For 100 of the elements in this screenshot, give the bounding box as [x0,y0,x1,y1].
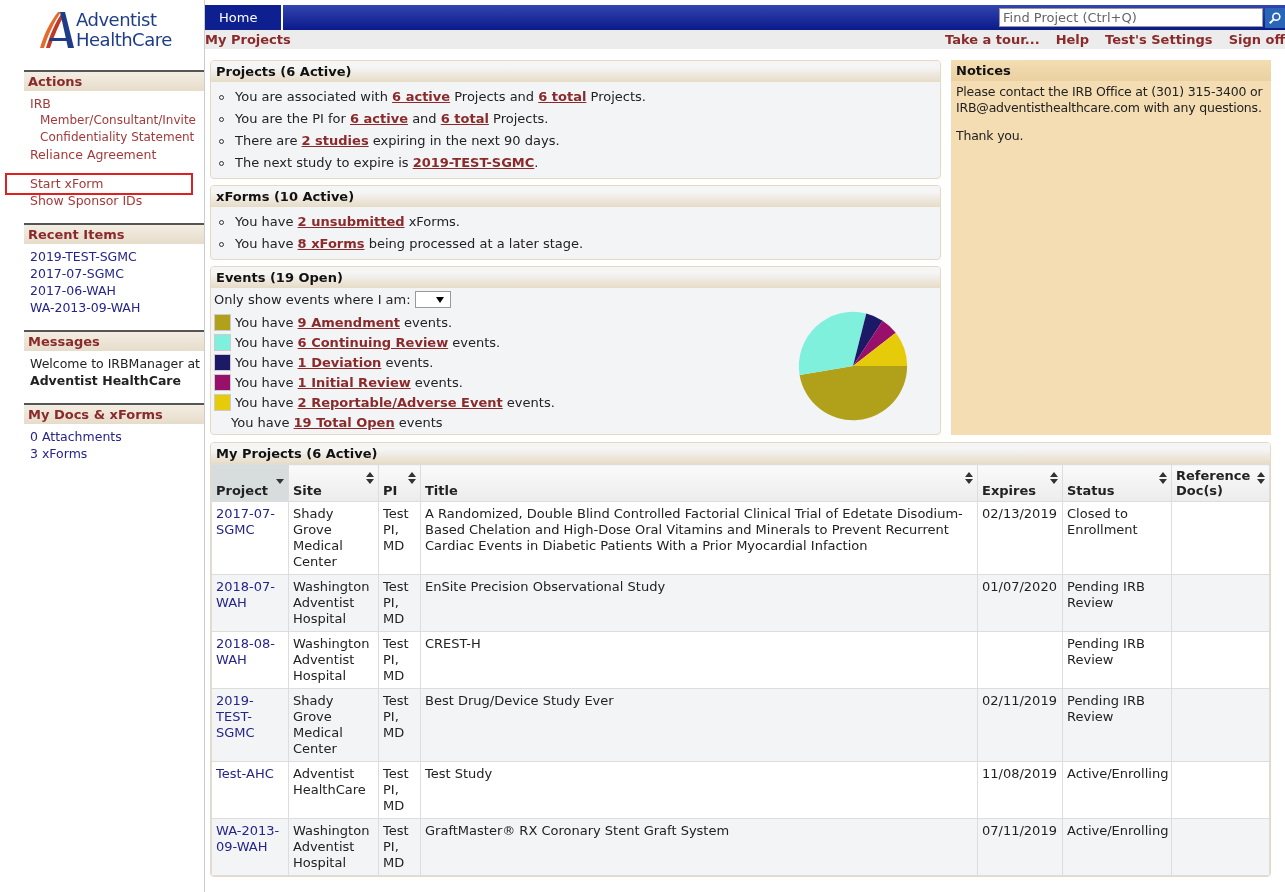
sort-icon [1159,472,1167,484]
count-link[interactable]: 8 xForms [297,236,365,251]
table-cell: Pending IRB Review [1067,693,1145,724]
table-cell: Test PI, MD [383,823,409,870]
panel-header: Events (19 Open) [211,267,940,288]
header-link[interactable]: Sign off [1228,32,1285,47]
logo-text: HealthCare [76,30,172,50]
notice-text: Thank you. [956,128,1025,144]
logo-text: Adventist [76,10,158,30]
table-cell: Best Drug/Device Study Ever [425,693,614,708]
event-line: You have 9 Amendment events. [235,314,453,330]
search-field[interactable]: Find Project (Ctrl+Q) [999,8,1263,27]
table-cell: Washington Adventist Hospital [293,636,370,683]
panel-header: xForms (10 Active) [211,186,940,207]
table-cell: Test PI, MD [383,693,409,740]
header-link[interactable]: Test's Settings [1105,32,1213,47]
table-cell: Pending IRB Review [1067,579,1145,610]
column-header[interactable]: Reference Doc(s) [1171,464,1270,502]
panel-header: My Projects (6 Active) [211,443,1270,464]
action-link[interactable]: Show Sponsor IDs [30,192,143,209]
sidebar-link[interactable]: WA-2013-09-WAH [30,299,141,316]
count-link[interactable]: 6 total [538,89,587,104]
table-cell: A Randomized, Double Blind Controlled Factorial Clinical Trial of Edetate Disodium-Based Chelation and High-Dose Oral Vitamins and Minerals to Prevent Recurrent Cardiac Events in Diabetic Patients With a Prior Myocardial Infaction [425,506,963,553]
sort-icon [276,479,284,484]
role-dropdown[interactable] [414,291,451,308]
event-line: You have 2 Reportable/Adverse Event events. [235,394,555,410]
section-header: My Docs & xForms [24,403,204,424]
sort-icon [1050,472,1058,484]
table-cell: 01/07/2020 [982,579,1057,594]
table-cell: EnSite Precision Observational Study [425,579,666,594]
notice-text: Please contact the IRB Office at (301) 315-3400 or IRB@adventisthealthcare.com with any questions. [956,84,1264,116]
summary-line: There are 2 studies expiring in the next 90 days. [217,130,934,152]
header-link[interactable]: Help [1055,32,1090,47]
table-cell: Test Study [425,766,493,781]
sidebar-link[interactable]: 2019-TEST-SGMC [30,248,137,265]
panel-header: Projects (6 Active) [211,61,940,82]
search-button[interactable] [1265,7,1285,28]
table-cell: CREST-H [425,636,481,651]
column-header[interactable]: Project [211,464,289,502]
table-cell: Washington Adventist Hospital [293,823,370,870]
table-cell: Active/Enrolling [1067,766,1169,781]
column-header[interactable]: Title [420,464,978,502]
summary-line: You have 2 unsubmitted xForms. [217,211,934,233]
column-header[interactable]: Site [288,464,379,502]
event-link[interactable]: 1 Initial Review [297,374,411,390]
summary-line: You are associated with 6 active Projects and 6 total Projects. [217,86,934,108]
event-link[interactable]: 9 Amendment [297,314,400,330]
sidebar-link[interactable]: 2017-07-SGMC [30,265,124,282]
table-cell: 11/08/2019 [982,766,1057,781]
table-cell: Test PI, MD [383,579,409,626]
summary-line: The next study to expire is 2019-TEST-SGMC. [217,152,934,174]
sort-icon [965,472,973,484]
summary-line: You have 8 xForms being processed at a later stage. [217,233,934,255]
table-cell: 07/11/2019 [982,823,1057,838]
section-header: Messages [24,330,204,351]
sidebar-link[interactable]: 3 xForms [30,445,88,462]
event-line: You have 6 Continuing Review events. [235,334,501,350]
event-link[interactable]: 1 Deviation [297,354,382,370]
action-link[interactable]: Member/Consultant/Invite Confidentiality Statement [30,112,210,146]
header-link[interactable]: Take a tour... [944,32,1040,47]
table-cell: 02/13/2019 [982,506,1057,521]
event-link[interactable]: 2 Reportable/Adverse Event [297,394,503,410]
column-header[interactable]: PI [378,464,421,502]
summary-line: You are the PI for 6 active and 6 total Projects. [217,108,934,130]
table-cell: Adventist HealthCare [293,766,366,797]
table-cell: Shady Grove Medical Center [293,693,343,756]
count-link[interactable]: 6 active [392,89,451,104]
sort-icon [366,472,374,484]
table-cell: Washington Adventist Hospital [293,579,370,626]
nav-tab[interactable]: Home [205,5,284,30]
event-link[interactable]: 19 Total Open [293,415,395,430]
table-cell: Active/Enrolling [1067,823,1169,838]
action-link[interactable]: Start xForm [30,175,104,192]
count-link[interactable]: 6 active [350,111,408,126]
table-cell: Test PI, MD [383,506,409,553]
event-link[interactable]: 6 Continuing Review [297,334,449,350]
section-header: Actions [24,70,204,91]
table-cell: Test PI, MD [383,766,409,813]
table-cell: Test PI, MD [383,636,409,683]
welcome-message: Welcome to IRBManager at Adventist HealthCare [30,355,201,389]
sort-icon [408,472,416,484]
event-line: You have 1 Deviation events. [235,354,434,370]
column-header[interactable]: Status [1062,464,1172,502]
table-cell: Pending IRB Review [1067,636,1145,667]
filter-label: Only show events where I am: [214,292,411,307]
count-link[interactable]: 2 unsubmitted [297,214,405,229]
table-cell: GraftMaster® RX Coronary Stent Graft System [425,823,730,838]
caret-icon [435,296,444,303]
action-link[interactable]: Reliance Agreement [30,146,157,163]
sidebar-link[interactable]: 2017-06-WAH [30,282,116,299]
sort-icon [1257,472,1265,484]
sidebar-link[interactable]: 0 Attachments [30,428,122,445]
action-link[interactable]: IRB [30,95,51,112]
count-link[interactable]: 2 studies [301,133,369,148]
table-cell: Closed to Enrollment [1067,506,1138,537]
event-line: You have 19 Total Open events [231,415,443,430]
count-link[interactable]: 6 total [440,111,489,126]
column-header[interactable]: Expires [977,464,1063,502]
event-line: You have 1 Initial Review events. [235,374,463,390]
section-header: Recent Items [24,223,204,244]
